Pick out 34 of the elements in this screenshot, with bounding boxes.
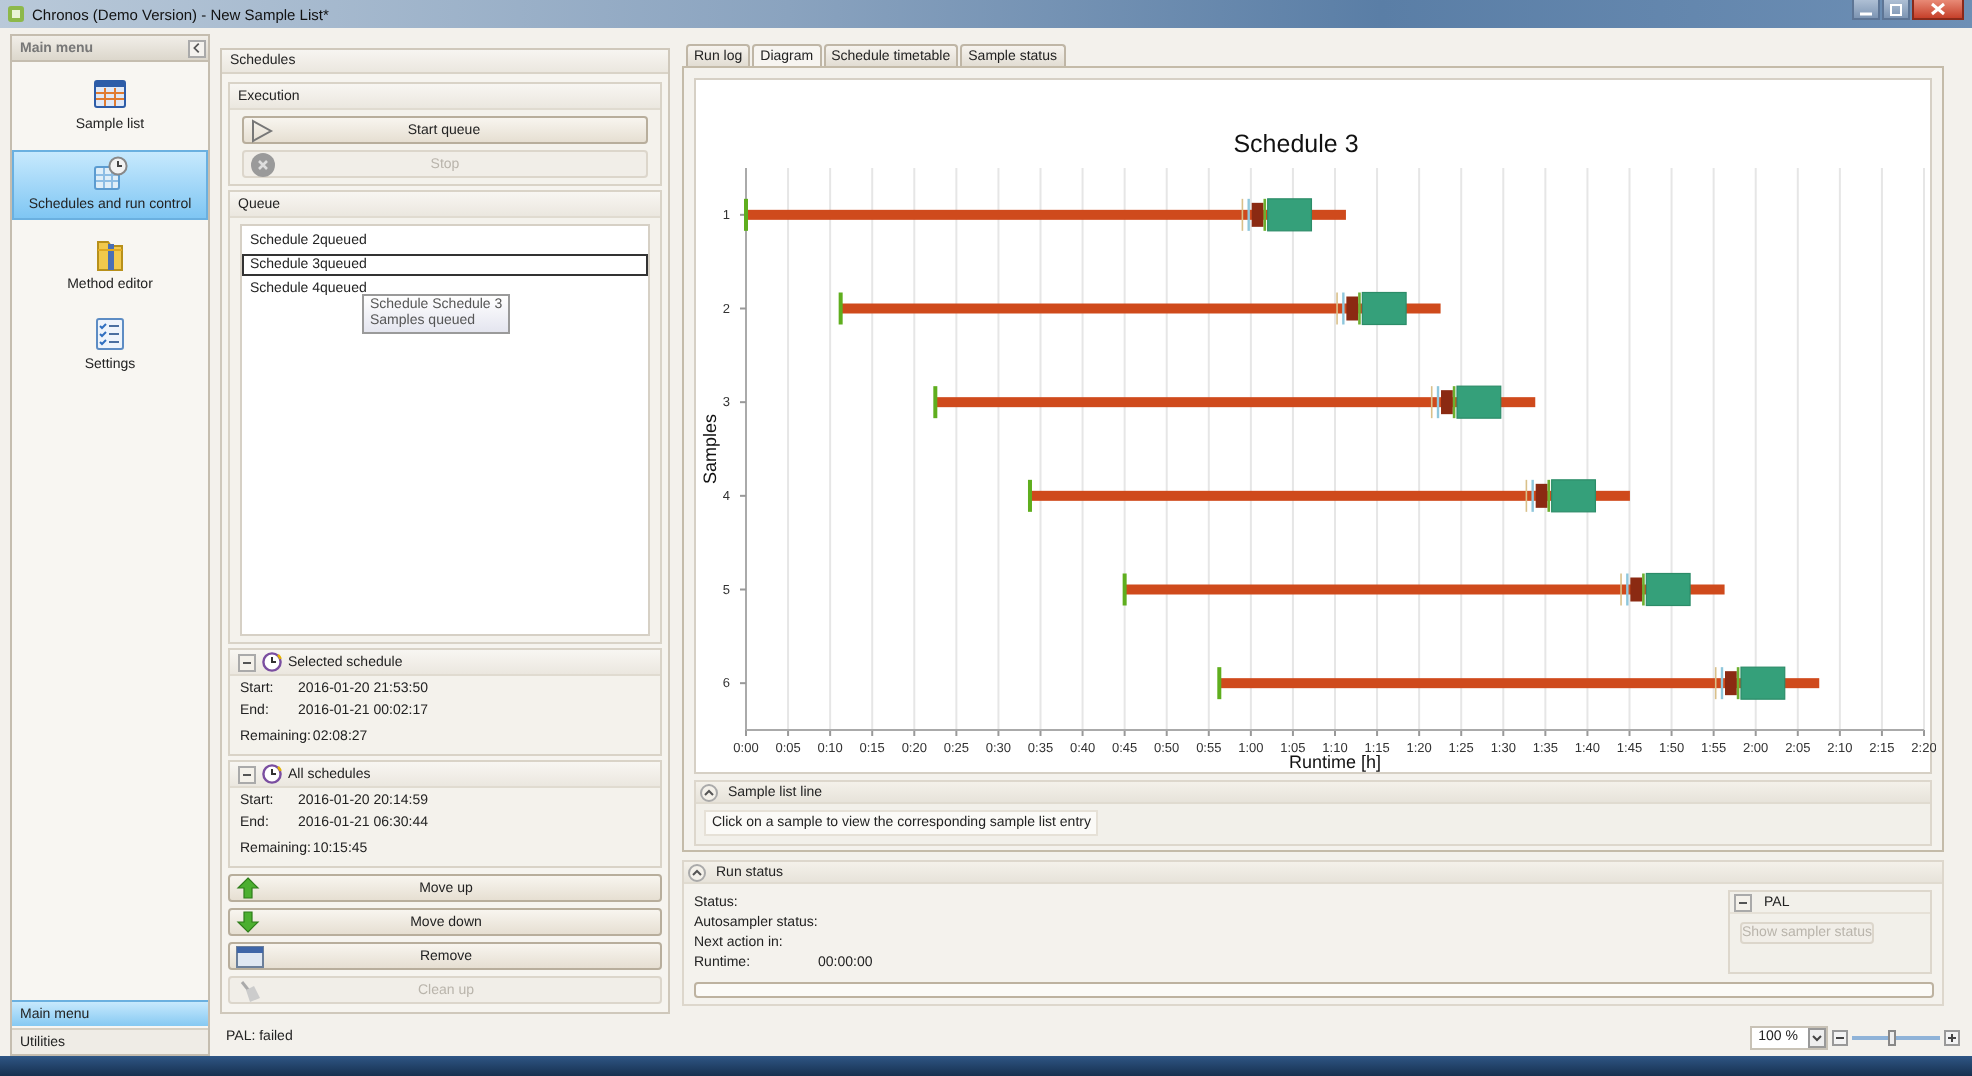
app-icon — [6, 4, 26, 24]
play-icon — [250, 117, 274, 143]
collapse-button[interactable] — [188, 39, 206, 57]
arrow-down-icon — [236, 909, 264, 935]
checklist-icon — [92, 316, 128, 352]
zoom-out-button[interactable] — [1832, 1029, 1848, 1045]
minimize-button[interactable] — [1852, 0, 1880, 20]
collapse-button[interactable] — [238, 765, 256, 783]
axis-title: Runtime [h] — [1288, 752, 1382, 772]
close-button[interactable] — [1912, 0, 1964, 20]
maximize-button[interactable] — [1882, 0, 1910, 20]
clock-icon — [262, 764, 282, 784]
minus-icon — [238, 653, 256, 671]
slider-thumb[interactable] — [1887, 1029, 1896, 1045]
clock-icon — [262, 652, 282, 672]
window-icon — [236, 943, 264, 969]
table-clock-icon — [92, 156, 128, 192]
chevron-left-icon — [190, 40, 204, 56]
collapse-button[interactable] — [700, 783, 718, 801]
arrow-up-icon — [236, 875, 264, 901]
stop-icon — [250, 151, 276, 177]
collapse-button[interactable] — [688, 863, 706, 881]
folder-icon — [92, 236, 128, 272]
axis-title: Samples — [700, 414, 720, 484]
zoom-slider[interactable] — [1852, 1029, 1940, 1045]
zoom-in-button[interactable] — [1944, 1029, 1960, 1045]
maximize-icon — [1884, 0, 1908, 18]
collapse-button[interactable] — [238, 653, 256, 671]
plus-icon — [1944, 1029, 1960, 1045]
minus-icon — [1832, 1029, 1848, 1045]
minus-icon — [238, 765, 256, 783]
chart-title: Schedule 3 — [1233, 130, 1359, 158]
collapse-button[interactable] — [1734, 893, 1752, 911]
table-icon — [92, 76, 128, 112]
